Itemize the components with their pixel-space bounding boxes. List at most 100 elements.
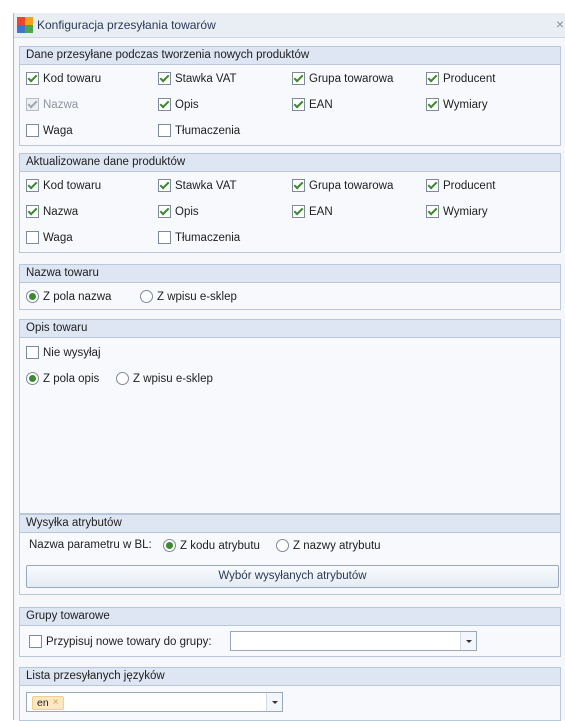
checkbox-label: Kod towaru xyxy=(43,72,102,85)
panel-header: Aktualizowane dane produktów xyxy=(19,153,561,171)
checkbox-label: Tłumaczenia xyxy=(175,124,241,137)
checkbox-icon xyxy=(292,179,305,192)
checkbox-icon xyxy=(26,72,39,85)
checkbox-icon xyxy=(426,205,439,218)
panel-header: Wysyłka atrybutów xyxy=(19,514,561,532)
checkbox-opis[interactable]: Opis xyxy=(158,205,199,218)
checkbox-waga[interactable]: Waga xyxy=(26,231,73,244)
checkbox-producent[interactable]: Producent xyxy=(426,179,495,192)
checkbox-label: EAN xyxy=(309,205,333,218)
checkbox-t-umaczenia[interactable]: Tłumaczenia xyxy=(158,124,240,137)
panel-body: Kod towaru Stawka VAT Grupa towarowa Produc… xyxy=(19,171,561,253)
language-tag: en × xyxy=(32,696,64,710)
chevron-down-icon[interactable] xyxy=(266,693,282,711)
checkbox-label: Stawka VAT xyxy=(175,72,237,85)
checkbox-icon xyxy=(158,124,171,137)
radio-on-icon xyxy=(163,539,176,552)
checkbox-label: Wymiary xyxy=(443,98,488,111)
checkbox-icon xyxy=(158,179,171,192)
checkbox-icon xyxy=(26,98,39,111)
checkbox-label: Kod towaru xyxy=(43,179,102,192)
tag-remove-icon[interactable]: × xyxy=(53,697,59,709)
panel-header: Opis towaru xyxy=(19,319,561,337)
radio-label: Z nazwy atrybutu xyxy=(293,539,381,552)
checkbox-icon xyxy=(158,72,171,85)
radio-on-icon xyxy=(26,372,39,385)
checkbox-label: Nie wysyłaj xyxy=(43,346,101,359)
checkbox-label: Nazwa xyxy=(43,205,79,218)
languages-select[interactable]: en × xyxy=(26,692,283,712)
checkbox-waga[interactable]: Waga xyxy=(26,124,73,137)
panel-body: Nazwa parametru w BL: Z kodu atrybutu Z … xyxy=(19,532,561,595)
checkbox-label: Wymiary xyxy=(443,205,488,218)
checkbox-icon xyxy=(158,231,171,244)
title-bar: Konfiguracja przesyłania towarów × xyxy=(14,13,565,38)
desc-from-field-radio[interactable]: Z pola opis xyxy=(26,372,99,385)
from-attr-code-radio[interactable]: Z kodu atrybutu xyxy=(163,539,260,552)
checkbox-nazwa[interactable]: Nazwa xyxy=(26,205,78,218)
radio-label: Z wpisu e-sklep xyxy=(157,290,237,303)
checkbox-label: EAN xyxy=(309,98,333,111)
checkbox-label: Przypisuj nowe towary do grupy: xyxy=(46,635,212,648)
checkbox-label: Stawka VAT xyxy=(175,179,237,192)
panel-attributes: Wysyłka atrybutów Nazwa parametru w BL: … xyxy=(19,514,561,595)
name-from-eshop-radio[interactable]: Z wpisu e-sklep xyxy=(140,290,237,303)
from-attr-name-radio[interactable]: Z nazwy atrybutu xyxy=(276,539,381,552)
panel-body: Nie wysyłaj Z pola opis Z wpisu e-sklep xyxy=(19,337,561,514)
checkbox-producent[interactable]: Producent xyxy=(426,72,495,85)
panel-product-description: Opis towaru Nie wysyłaj Z pola opis Z wp… xyxy=(19,319,561,514)
checkbox-wymiary[interactable]: Wymiary xyxy=(426,205,488,218)
config-window: Konfiguracja przesyłania towarów × Dane … xyxy=(13,13,565,721)
checkbox-stawka-vat[interactable]: Stawka VAT xyxy=(158,179,237,192)
name-from-field-radio[interactable]: Z pola nazwa xyxy=(26,290,111,303)
checkbox-icon xyxy=(426,98,439,111)
radio-off-icon xyxy=(116,372,129,385)
desc-from-eshop-radio[interactable]: Z wpisu e-sklep xyxy=(116,372,213,385)
checkbox-grupa-towarowa[interactable]: Grupa towarowa xyxy=(292,72,393,85)
checkbox-ean[interactable]: EAN xyxy=(292,98,333,111)
panel-product-name: Nazwa towaru Z pola nazwa Z wpisu e-skle… xyxy=(19,264,561,310)
select-attributes-button[interactable]: Wybór wysyłanych atrybutów xyxy=(26,565,559,588)
checkbox-label: Producent xyxy=(443,179,496,192)
window-title: Konfiguracja przesyłania towarów xyxy=(37,18,216,32)
panel-new-products: Dane przesyłane podczas tworzenia nowych… xyxy=(19,46,561,146)
checkbox-kod-towaru[interactable]: Kod towaru xyxy=(26,72,101,85)
checkbox-label: Opis xyxy=(175,98,199,111)
checkbox-kod-towaru[interactable]: Kod towaru xyxy=(26,179,101,192)
panel-update-products: Aktualizowane dane produktów Kod towaru S… xyxy=(19,153,561,253)
panel-body: en × xyxy=(19,685,561,721)
checkbox-icon xyxy=(426,72,439,85)
checkbox-opis[interactable]: Opis xyxy=(158,98,199,111)
checkbox-label: Opis xyxy=(175,205,199,218)
chevron-down-icon[interactable] xyxy=(460,632,476,650)
checkbox-nazwa: Nazwa xyxy=(26,98,78,111)
assign-group-checkbox[interactable]: Przypisuj nowe towary do grupy: xyxy=(29,635,212,648)
checkbox-label: Grupa towarowa xyxy=(309,72,394,85)
radio-label: Z wpisu e-sklep xyxy=(133,372,213,385)
radio-off-icon xyxy=(140,290,153,303)
panel-body: Z pola nazwa Z wpisu e-sklep xyxy=(19,282,561,310)
checkbox-wymiary[interactable]: Wymiary xyxy=(426,98,488,111)
checkbox-label: Waga xyxy=(43,124,73,137)
checkbox-label: Grupa towarowa xyxy=(309,179,394,192)
checkbox-ean[interactable]: EAN xyxy=(292,205,333,218)
label-text: Nazwa parametru w BL: xyxy=(29,539,152,551)
panel-languages: Lista przesyłanych języków en × xyxy=(19,667,561,721)
dont-send-checkbox[interactable]: Nie wysyłaj xyxy=(26,346,101,359)
checkbox-stawka-vat[interactable]: Stawka VAT xyxy=(158,72,237,85)
close-icon[interactable]: × xyxy=(556,16,564,32)
checkbox-icon xyxy=(26,205,39,218)
panel-header: Grupy towarowe xyxy=(19,607,561,625)
checkbox-icon xyxy=(26,179,39,192)
checkbox-label: Nazwa xyxy=(43,98,79,111)
checkbox-icon xyxy=(26,346,39,359)
checkbox-label: Tłumaczenia xyxy=(175,231,241,244)
group-select[interactable] xyxy=(230,631,477,651)
checkbox-icon xyxy=(426,179,439,192)
radio-on-icon xyxy=(26,290,39,303)
panel-header: Dane przesyłane podczas tworzenia nowych… xyxy=(19,46,561,64)
checkbox-grupa-towarowa[interactable]: Grupa towarowa xyxy=(292,179,393,192)
radio-label: Z pola nazwa xyxy=(43,290,112,303)
checkbox-t-umaczenia[interactable]: Tłumaczenia xyxy=(158,231,240,244)
radio-label: Z kodu atrybutu xyxy=(180,539,260,552)
